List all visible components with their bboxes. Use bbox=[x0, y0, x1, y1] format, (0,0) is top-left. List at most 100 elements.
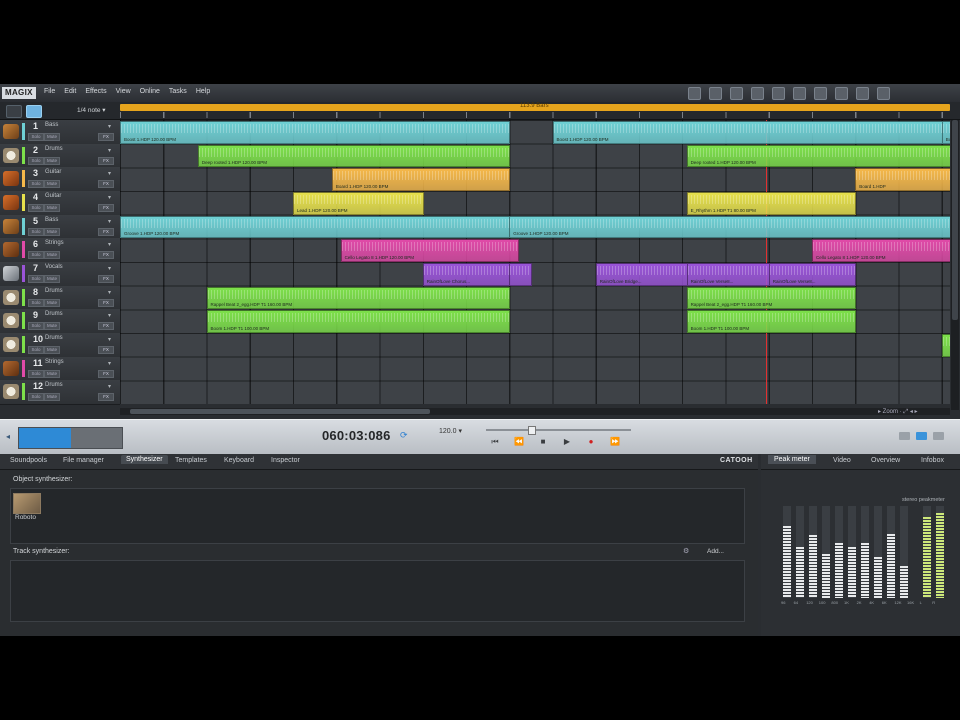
track-name[interactable]: Bass bbox=[45, 122, 58, 128]
audio-clip[interactable]: Deep rooted 1.HDP 120.00 BPM bbox=[197, 144, 511, 168]
position-slider-knob[interactable] bbox=[528, 426, 536, 435]
track-row[interactable]: 6 Strings ▾ Solo Mute FX bbox=[0, 238, 120, 263]
audio-clip[interactable]: Cello Legato 8 1.HDP 120.00 BPM bbox=[812, 239, 950, 262]
tab-templates[interactable]: Templates bbox=[175, 457, 207, 464]
audio-clip[interactable]: Rappel Beat 2_egg.HDP T1 160.00 BPM bbox=[686, 286, 857, 310]
audio-clip[interactable]: Boost 1.HDP 120.00 BPM bbox=[120, 121, 511, 144]
solo-button[interactable]: Solo bbox=[28, 156, 44, 165]
track-name[interactable]: Drums bbox=[45, 288, 63, 294]
audio-clip[interactable]: Boom 1.HDP T1 100.00 BPM bbox=[686, 310, 857, 333]
track-menu-chevron-icon[interactable]: ▾ bbox=[108, 336, 111, 343]
tab-infobox[interactable]: Infobox bbox=[921, 457, 944, 464]
fx-button[interactable]: FX bbox=[98, 393, 114, 402]
track-row[interactable]: 8 Drums ▾ Solo Mute FX bbox=[0, 285, 120, 311]
undo-icon[interactable] bbox=[730, 87, 743, 100]
rewind-start-icon[interactable]: ⏮ bbox=[490, 438, 500, 446]
mute-button[interactable]: Mute bbox=[44, 298, 60, 307]
pointer-icon[interactable] bbox=[856, 87, 869, 100]
roboto-synth-name[interactable]: Roboto bbox=[15, 514, 36, 521]
track-menu-chevron-icon[interactable]: ▾ bbox=[108, 360, 111, 367]
tab-inspector[interactable]: Inspector bbox=[271, 457, 300, 464]
tab-keyboard[interactable]: Keyboard bbox=[224, 457, 254, 464]
position-slider[interactable] bbox=[486, 426, 631, 435]
tempo-display[interactable]: 120.0 ▾ bbox=[439, 427, 462, 435]
knife-icon[interactable] bbox=[877, 87, 890, 100]
mute-button[interactable]: Mute bbox=[44, 322, 60, 331]
gear-icon[interactable]: ⚙ bbox=[683, 547, 689, 555]
fx-button[interactable]: FX bbox=[98, 251, 114, 260]
fx-button[interactable]: FX bbox=[98, 133, 114, 141]
timeline-ruler[interactable]: 113.9 Bars bbox=[120, 103, 950, 118]
track-row[interactable]: 1 Bass ▾ Solo Mute FX bbox=[0, 120, 120, 145]
track-name[interactable]: Vocals bbox=[45, 264, 63, 270]
audio-clip[interactable]: Deep rooted 1.HDP 120.00 BPM bbox=[686, 144, 950, 168]
track-row[interactable]: 2 Drums ▾ Solo Mute FX bbox=[0, 143, 120, 169]
track-menu-chevron-icon[interactable]: ▾ bbox=[108, 265, 111, 272]
audio-clip[interactable]: RainOfLove Bridge... bbox=[595, 262, 688, 286]
fx-button[interactable]: FX bbox=[98, 369, 114, 378]
view-toggle-1[interactable] bbox=[899, 432, 910, 440]
mute-button[interactable]: Mute bbox=[44, 274, 60, 283]
arrange-area[interactable]: Boost 1.HDP 120.00 BPM Boost 1.HDP 120.00… bbox=[120, 120, 950, 404]
paste-icon[interactable] bbox=[814, 87, 827, 100]
fast-forward-icon[interactable]: ⏩ bbox=[610, 438, 620, 446]
solo-button[interactable]: Solo bbox=[28, 203, 44, 212]
audio-clip[interactable]: Board 1.HDP 120.00 BPM bbox=[331, 168, 511, 191]
solo-button[interactable]: Solo bbox=[28, 322, 44, 331]
mode-toggle-button[interactable] bbox=[26, 105, 42, 118]
audio-clip[interactable]: RainOfLove Verse8... bbox=[686, 262, 770, 286]
track-name[interactable]: Guitar bbox=[45, 169, 61, 175]
mute-button[interactable]: Mute bbox=[44, 369, 60, 378]
track-row[interactable]: 7 Vocals ▾ Solo Mute FX bbox=[0, 261, 120, 287]
audio-clip[interactable]: RainOfLove Verse8... bbox=[768, 262, 857, 286]
track-menu-chevron-icon[interactable]: ▾ bbox=[108, 218, 111, 225]
menu-help[interactable]: Help bbox=[196, 88, 210, 95]
audio-clip[interactable] bbox=[941, 333, 950, 357]
track-name[interactable]: Drums bbox=[45, 335, 63, 341]
menu-view[interactable]: View bbox=[116, 88, 131, 95]
minimap-selection[interactable] bbox=[19, 428, 71, 448]
track-row[interactable]: 10 Drums ▾ Solo Mute FX bbox=[0, 332, 120, 358]
vertical-scrollbar[interactable] bbox=[951, 120, 959, 410]
zoom-control[interactable]: ▸ Zoom · ⤢ ◂ ▸ bbox=[878, 408, 918, 416]
audio-clip[interactable] bbox=[509, 262, 532, 286]
track-menu-chevron-icon[interactable]: ▾ bbox=[108, 241, 111, 248]
track-menu-chevron-icon[interactable]: ▾ bbox=[108, 147, 111, 154]
track-row[interactable]: 11 Strings ▾ Solo Mute FX bbox=[0, 356, 120, 382]
minimap-arrow-icon[interactable]: ◂ bbox=[6, 432, 10, 441]
settings-icon[interactable] bbox=[709, 87, 722, 100]
audio-clip[interactable]: Board 1.HDP bbox=[855, 168, 950, 191]
solo-button[interactable]: Solo bbox=[28, 227, 44, 236]
audio-clip[interactable]: Boom 1.HDP T1 100.00 BPM bbox=[206, 310, 511, 333]
mute-button[interactable]: Mute bbox=[44, 133, 60, 141]
solo-button[interactable]: Solo bbox=[28, 298, 44, 307]
track-name[interactable]: Strings bbox=[45, 240, 64, 246]
view-toggle-2[interactable] bbox=[916, 432, 927, 440]
rewind-icon[interactable]: ⏪ bbox=[514, 438, 524, 446]
track-row[interactable]: 4 Guitar ▾ Solo Mute FX bbox=[0, 190, 120, 216]
tab-overview[interactable]: Overview bbox=[871, 457, 900, 464]
solo-button[interactable]: Solo bbox=[28, 274, 44, 283]
tab-soundpools[interactable]: Soundpools bbox=[10, 457, 47, 464]
track-menu-chevron-icon[interactable]: ▾ bbox=[108, 194, 111, 201]
track-menu-chevron-icon[interactable]: ▾ bbox=[108, 383, 111, 390]
menu-effects[interactable]: Effects bbox=[85, 88, 106, 95]
audio-clip[interactable]: Cello Legato 8 1.HDP 120.00 BPM bbox=[340, 239, 519, 262]
cut-icon[interactable] bbox=[772, 87, 785, 100]
snap-toggle-button[interactable] bbox=[6, 105, 22, 118]
track-name[interactable]: Strings bbox=[45, 359, 64, 365]
sync-icon[interactable]: ⟳ bbox=[400, 430, 408, 441]
fx-button[interactable]: FX bbox=[98, 274, 114, 283]
mute-button[interactable]: Mute bbox=[44, 393, 60, 402]
horizontal-scroll-thumb[interactable] bbox=[130, 409, 430, 414]
mute-button[interactable]: Mute bbox=[44, 180, 60, 189]
audio-clip[interactable]: Rappel Beat 2_egg.HDP T1 160.00 BPM bbox=[206, 286, 511, 310]
mute-button[interactable]: Mute bbox=[44, 345, 60, 354]
track-menu-chevron-icon[interactable]: ▾ bbox=[108, 289, 111, 296]
vertical-scroll-thumb[interactable] bbox=[952, 120, 958, 320]
stop-icon[interactable]: ■ bbox=[538, 438, 548, 446]
view-toggle-3[interactable] bbox=[933, 432, 944, 440]
mute-button[interactable]: Mute bbox=[44, 251, 60, 260]
solo-button[interactable]: Solo bbox=[28, 369, 44, 378]
track-menu-chevron-icon[interactable]: ▾ bbox=[108, 312, 111, 319]
